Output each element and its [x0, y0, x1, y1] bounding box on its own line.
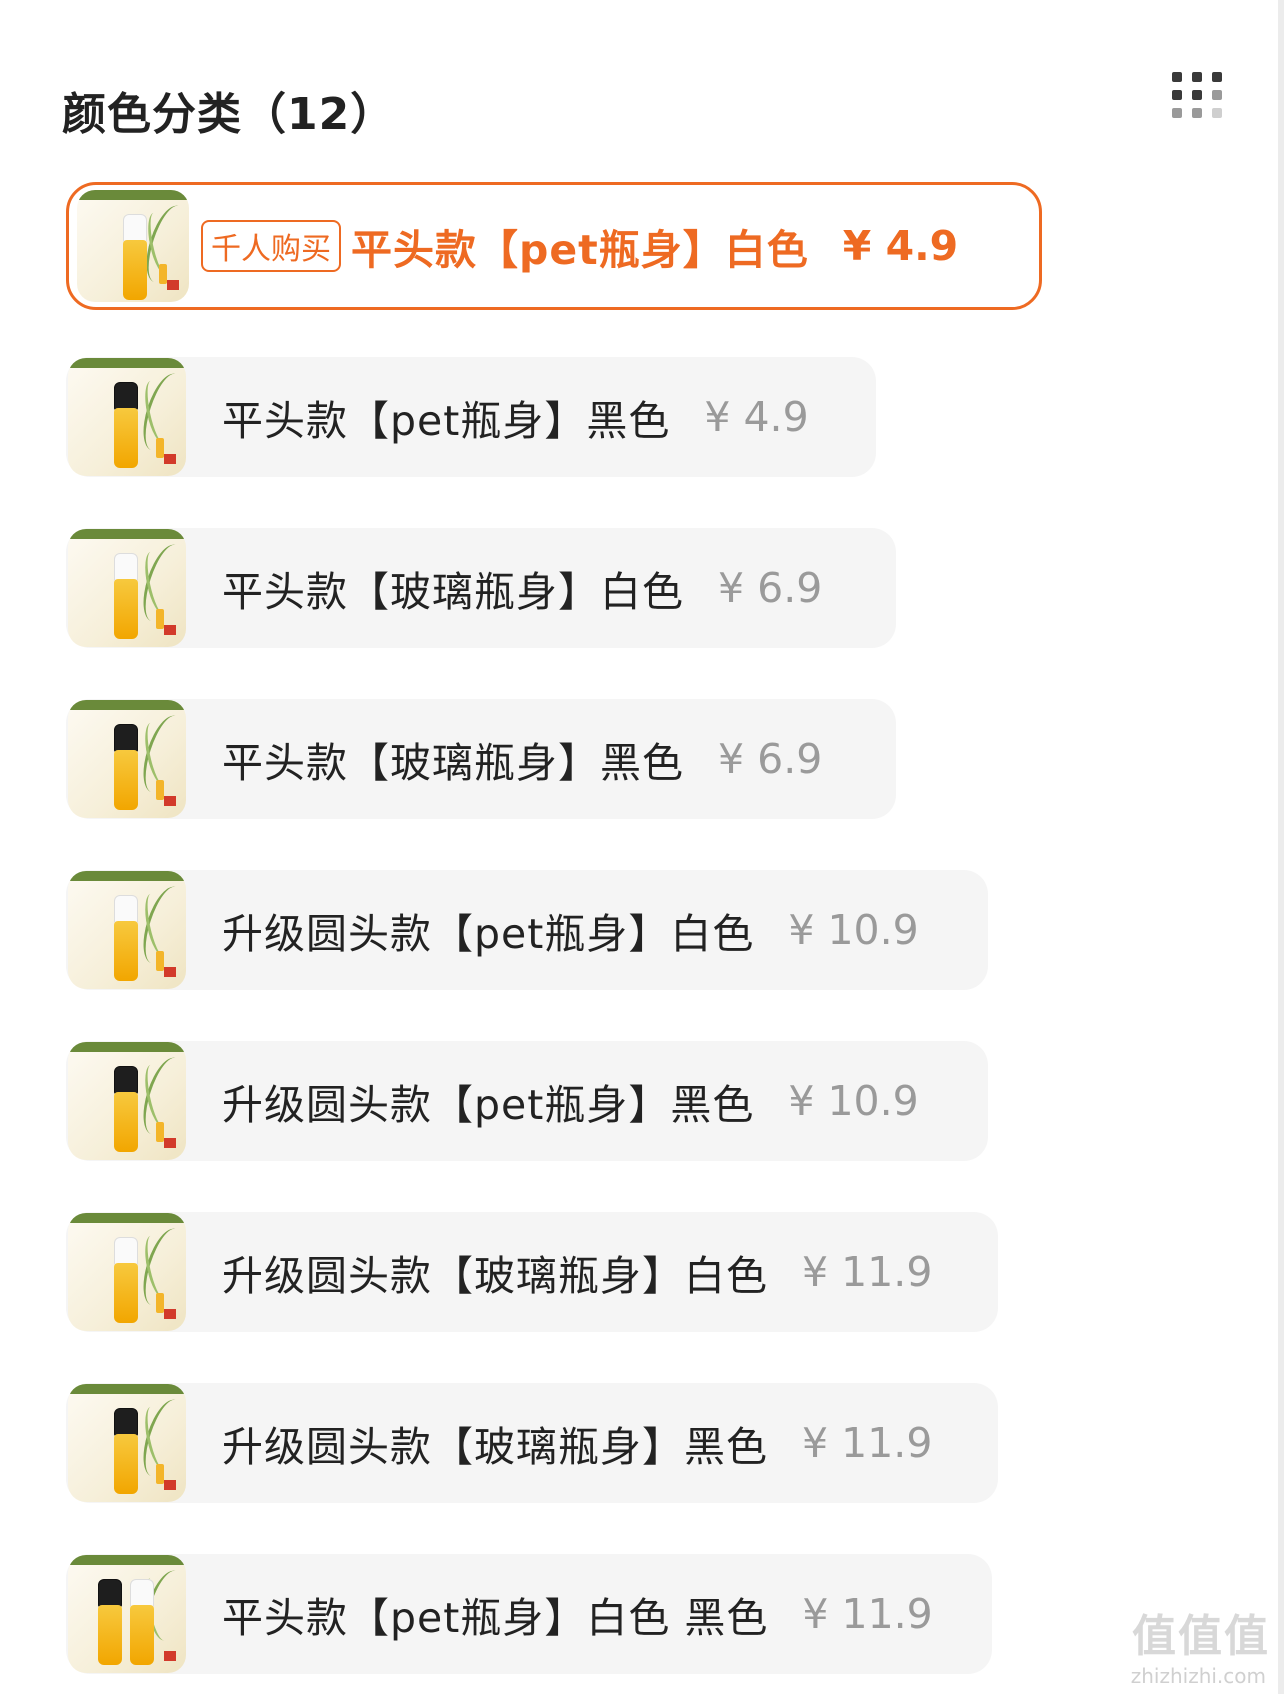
- watermark-logo: 值值值: [1132, 1611, 1270, 1662]
- page-title: 颜色分类（12）: [62, 89, 396, 140]
- option-price: ¥ 11.9: [802, 1419, 933, 1467]
- color-option[interactable]: 平头款【pet瓶身】黑色 ¥ 4.9: [66, 357, 876, 477]
- option-label: 升级圆头款【玻璃瓶身】白色: [222, 1252, 768, 1300]
- option-label: 升级圆头款【pet瓶身】白色: [222, 910, 755, 958]
- option-label: 升级圆头款【pet瓶身】黑色: [222, 1081, 755, 1129]
- product-thumbnail: [68, 1555, 186, 1673]
- option-label: 平头款【玻璃瓶身】黑色: [222, 739, 684, 787]
- watermark-url: zhizhizhi.com: [1130, 1664, 1266, 1688]
- option-price: ¥ 10.9: [788, 1077, 919, 1125]
- popular-badge: 千人购买: [201, 220, 341, 272]
- product-thumbnail: [68, 358, 186, 476]
- product-thumbnail: [68, 871, 186, 989]
- option-price: ¥ 6.9: [718, 564, 823, 612]
- product-thumbnail: [68, 1384, 186, 1502]
- option-price: ¥ 4.9: [704, 393, 809, 441]
- scrollbar-track: [1278, 0, 1284, 1694]
- color-option[interactable]: 升级圆头款【玻璃瓶身】白色 ¥ 11.9: [66, 1212, 998, 1332]
- color-option[interactable]: 升级圆头款【玻璃瓶身】黑色 ¥ 11.9: [66, 1383, 998, 1503]
- option-price: ¥ 11.9: [802, 1248, 933, 1296]
- product-thumbnail: [77, 190, 189, 302]
- color-option[interactable]: 平头款【玻璃瓶身】白色 ¥ 6.9: [66, 528, 896, 648]
- color-option[interactable]: 升级圆头款【pet瓶身】白色 ¥ 10.9: [66, 870, 988, 990]
- product-thumbnail: [68, 1042, 186, 1160]
- option-price: ¥ 4.9: [842, 222, 959, 270]
- option-price: ¥ 6.9: [718, 735, 823, 783]
- option-label: 平头款【pet瓶身】黑色: [222, 397, 671, 445]
- option-price: ¥ 10.9: [788, 906, 919, 954]
- option-label: 升级圆头款【玻璃瓶身】黑色: [222, 1423, 768, 1471]
- color-option[interactable]: 平头款【玻璃瓶身】黑色 ¥ 6.9: [66, 699, 896, 819]
- option-label: 平头款【pet瓶身】白色: [351, 226, 809, 274]
- color-option[interactable]: 平头款【pet瓶身】白色 黑色 ¥ 11.9: [66, 1554, 992, 1674]
- product-thumbnail: [68, 1213, 186, 1331]
- option-price: ¥ 11.9: [802, 1590, 933, 1638]
- product-thumbnail: [68, 529, 186, 647]
- product-thumbnail: [68, 700, 186, 818]
- color-option[interactable]: 升级圆头款【pet瓶身】黑色 ¥ 10.9: [66, 1041, 988, 1161]
- color-option-selected[interactable]: 千人购买 平头款【pet瓶身】白色 ¥ 4.9: [66, 182, 1042, 310]
- option-label: 平头款【玻璃瓶身】白色: [222, 568, 684, 616]
- option-label: 平头款【pet瓶身】白色 黑色: [222, 1594, 769, 1642]
- grid-view-icon[interactable]: [1172, 72, 1224, 122]
